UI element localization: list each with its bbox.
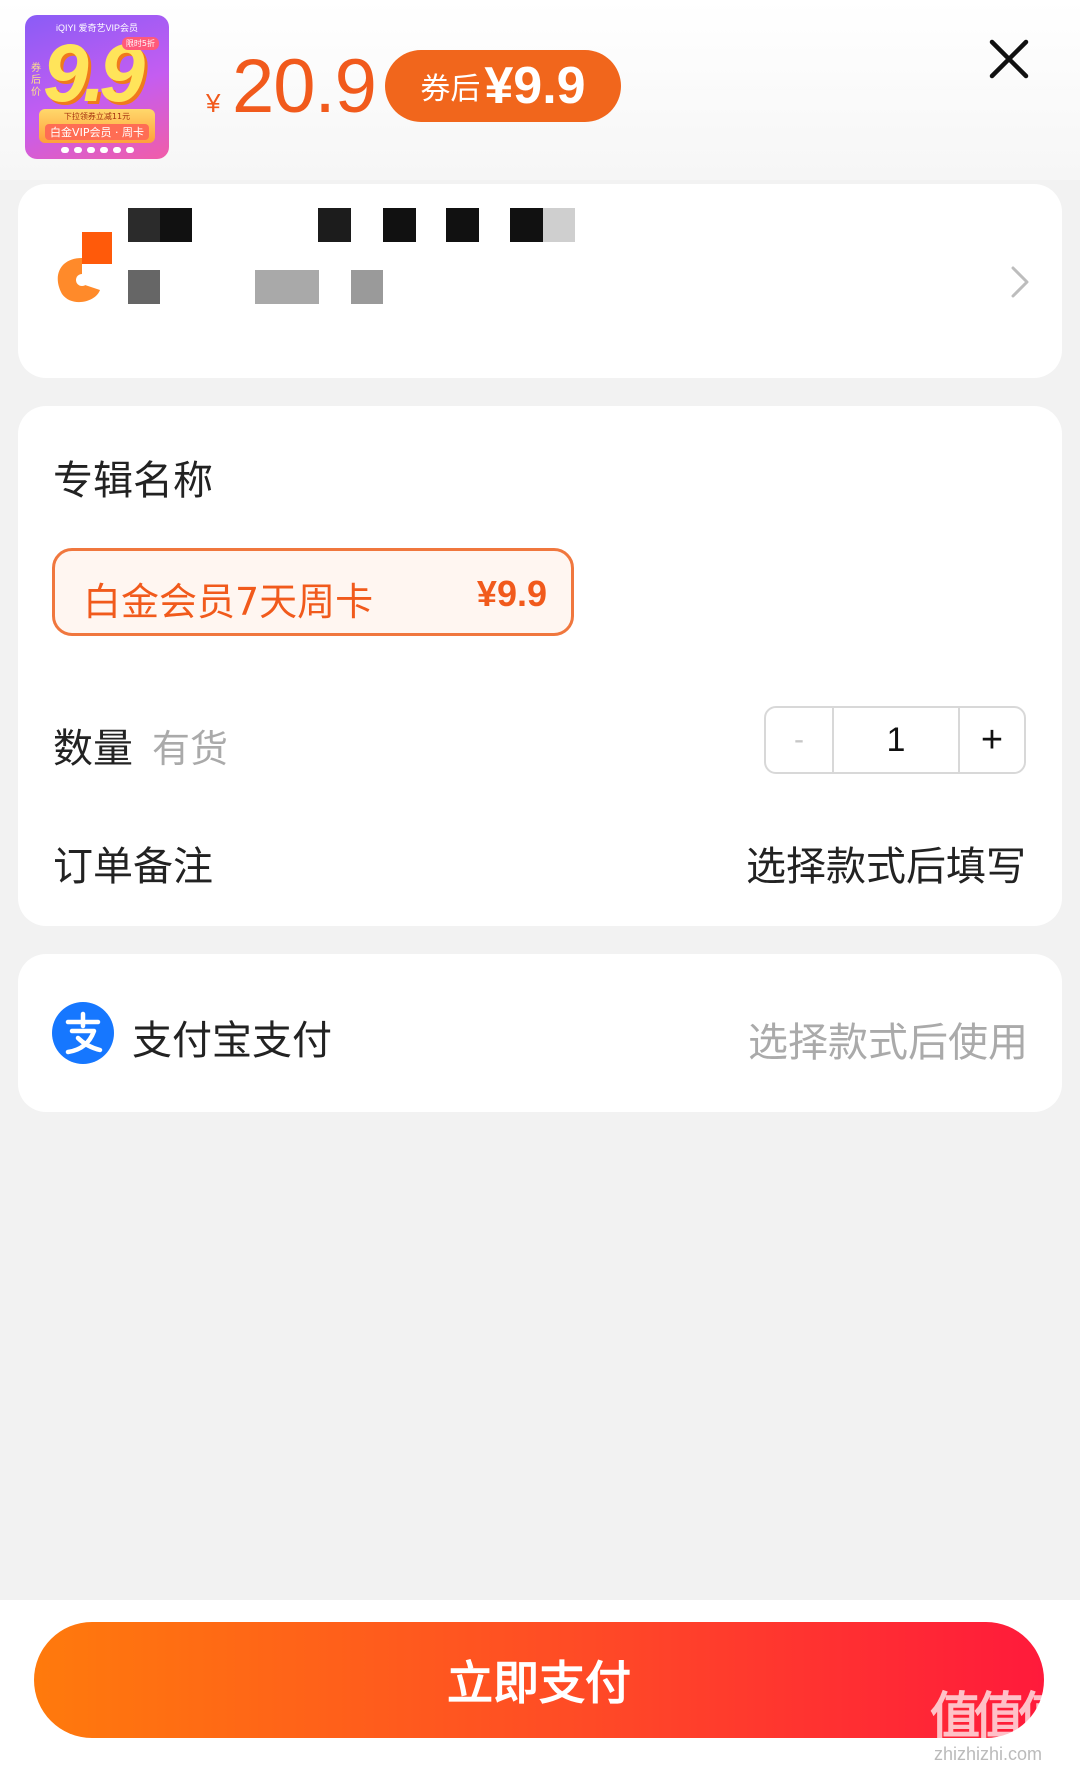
product-thumbnail: iQIYI 爱奇艺VIP会员 券后价 9.9 限时5折 下拉领券立减11元 白金… [25, 15, 169, 159]
stock-status: 有货 [152, 727, 229, 771]
coupon-price-badge: 券后 ¥9.9 [385, 50, 621, 122]
payment-method-status: 选择款式后使用 [748, 1020, 1028, 1066]
increase-button[interactable]: + [960, 708, 1024, 772]
thumbnail-tag: 限时5折 [121, 37, 159, 50]
quantity-value[interactable]: 1 [834, 708, 960, 772]
shop-meta-redacted [128, 270, 160, 304]
chevron-right-icon [1011, 266, 1029, 298]
coupon-price: ¥9.9 [484, 57, 586, 115]
thumbnail-strip-bottom: 白金VIP会员 · 周卡 [45, 124, 149, 140]
sku-option-weekly-card[interactable]: 白金会员7天周卡 ¥9.9 [52, 548, 574, 636]
original-price: 20.9 [232, 44, 377, 129]
price-currency: ¥ [206, 88, 221, 118]
shop-name-redacted [128, 208, 160, 242]
sku-price: ¥9.9 [476, 573, 547, 614]
alipay-icon [52, 1002, 114, 1064]
decrease-button[interactable]: - [766, 708, 834, 772]
pay-now-button[interactable]: 立即支付 [34, 1622, 1044, 1738]
payment-method-card[interactable]: 支付宝支付 选择款式后使用 [18, 954, 1062, 1112]
watermark-logo: 值值值 [930, 1687, 1068, 1745]
quantity-label: 数量 [53, 726, 133, 772]
thumbnail-strip-top: 下拉领券立减11元 [63, 112, 131, 121]
thumbnail-strip: 下拉领券立减11元 白金VIP会员 · 周卡 [39, 109, 155, 143]
sku-name: 白金会员7天周卡 [83, 580, 374, 624]
quantity-stepper: - 1 + [764, 706, 1026, 774]
close-icon[interactable] [988, 38, 1030, 80]
payment-method-label: 支付宝支付 [132, 1018, 332, 1064]
coupon-label: 券后 [420, 72, 481, 107]
watermark-url: zhizhizhi.com [934, 1744, 1043, 1764]
order-remark-label: 订单备注 [53, 844, 213, 890]
order-options-card: 专辑名称 白金会员7天周卡 ¥9.9 数量 有货 - 1 + 订单备注 选择款式… [18, 406, 1062, 926]
shop-card[interactable] [18, 184, 1062, 378]
album-name-title: 专辑名称 [53, 458, 213, 504]
shop-logo-icon [57, 232, 112, 303]
thumbnail-dots [43, 147, 151, 153]
order-remark-field[interactable]: 选择款式后填写 [746, 834, 1026, 892]
